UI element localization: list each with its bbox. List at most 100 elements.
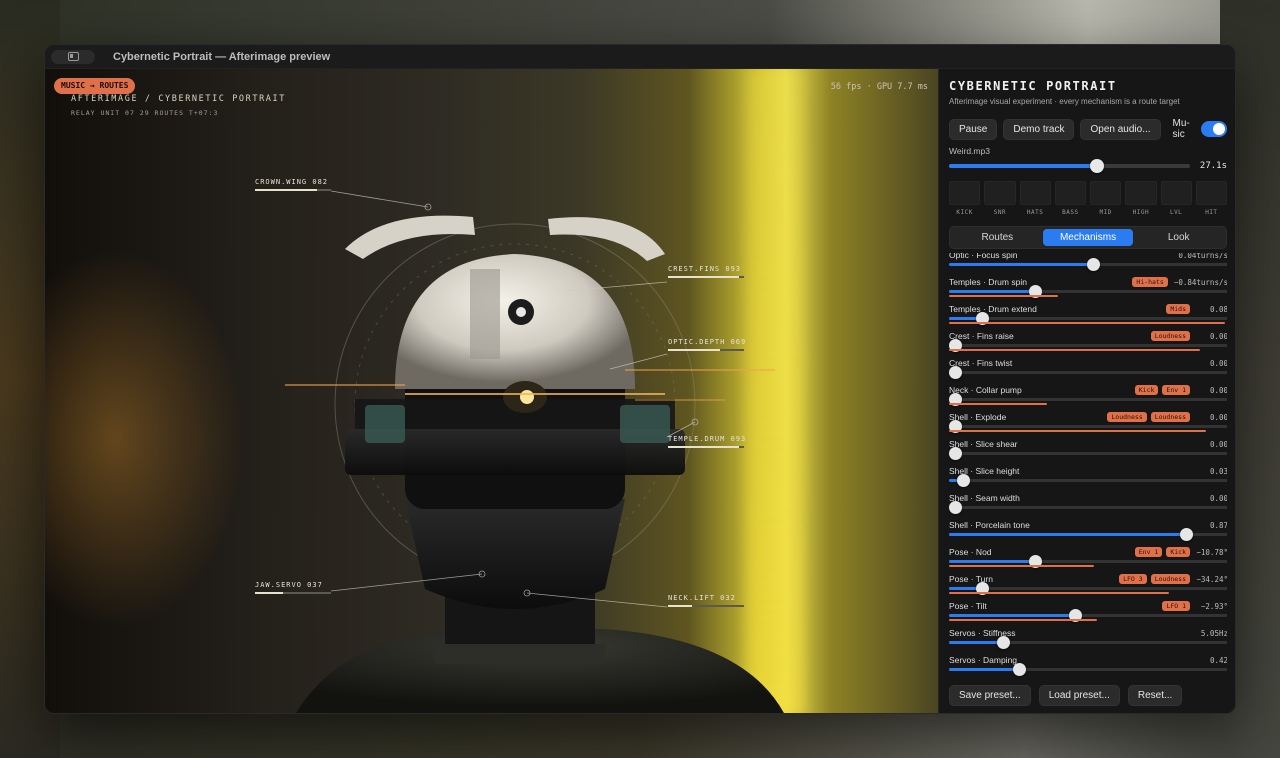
- slider-knob[interactable]: [957, 474, 970, 487]
- route-tag[interactable]: Hi-hats: [1132, 277, 1168, 287]
- playback-scrubber[interactable]: [949, 159, 1190, 173]
- modulation-bar: [949, 403, 1047, 405]
- mechanism-slider[interactable]: [949, 582, 1227, 595]
- route-tag[interactable]: Kick: [1166, 547, 1190, 557]
- meter-bass: BASS: [1054, 181, 1086, 216]
- tab-mechanisms[interactable]: Mechanisms: [1042, 229, 1134, 246]
- load-preset-button[interactable]: Load preset...: [1038, 685, 1120, 706]
- mechanism-slider[interactable]: [949, 663, 1227, 676]
- mechanism-slider[interactable]: [949, 420, 1227, 433]
- route-tag[interactable]: LFO 1: [1162, 601, 1190, 611]
- demo-track-button[interactable]: Demo track: [1003, 118, 1075, 140]
- slider-knob[interactable]: [949, 447, 962, 460]
- mechanism-slider[interactable]: [949, 285, 1227, 298]
- audio-file-name: Weird.mp3: [949, 146, 990, 156]
- mechanism-slider[interactable]: [949, 447, 1227, 460]
- route-tag[interactable]: Env 1: [1134, 547, 1163, 557]
- mechanism-slider[interactable]: [949, 339, 1227, 352]
- route-tag[interactable]: Mids: [1166, 304, 1190, 314]
- music-routes-chip[interactable]: MUSIC → ROUTES: [54, 78, 136, 94]
- desktop-backdrop-bottom: [0, 714, 1280, 758]
- tab-look[interactable]: Look: [1133, 229, 1224, 246]
- callout-label: CROWN.WING 082: [255, 178, 329, 186]
- render-viewport[interactable]: MUSIC → ROUTES AFTERIMAGE / CYBERNETIC P…: [45, 69, 938, 713]
- mechanism-slider[interactable]: [949, 393, 1227, 406]
- mechanism-slider[interactable]: [949, 474, 1227, 487]
- mechanism-slider[interactable]: [949, 636, 1227, 649]
- meter-box: [949, 181, 981, 205]
- control-panel: CYBERNETIC PORTRAIT Afterimage visual ex…: [938, 69, 1235, 713]
- pause-button[interactable]: Pause: [949, 118, 998, 140]
- meter-label: HIT: [1205, 209, 1218, 216]
- slider-knob[interactable]: [1180, 528, 1193, 541]
- mechanism-slider[interactable]: [949, 609, 1227, 622]
- mechanism-label: Crest · Fins raise: [949, 331, 1014, 341]
- meter-label: HATS: [1026, 209, 1044, 216]
- mechanism-slider[interactable]: [949, 258, 1227, 271]
- mechanism-value: 0.00: [1209, 358, 1227, 368]
- title-bar: Cybernetic Portrait — Afterimage preview: [45, 45, 1235, 69]
- slider-knob[interactable]: [1087, 258, 1100, 271]
- mechanism-slider[interactable]: [949, 528, 1227, 541]
- meter-label: HIGH: [1132, 209, 1150, 216]
- modulation-bar: [949, 619, 1097, 621]
- tab-routes[interactable]: Routes: [952, 229, 1043, 246]
- mechanism-value: 5.05Hz: [1200, 628, 1227, 638]
- sidebar-toggle-button[interactable]: [51, 49, 95, 64]
- mechanism-pose-nod: Pose · Nod Env 1 Kick −10.78°: [949, 546, 1227, 573]
- mechanism-slider[interactable]: [949, 312, 1227, 325]
- meter-box: [1160, 181, 1192, 205]
- mechanism-slider[interactable]: [949, 501, 1227, 514]
- route-tag[interactable]: Loudness: [1150, 331, 1190, 341]
- mechanism-label: Neck · Collar pump: [949, 385, 1022, 395]
- mechanism-value: −0.84turns/s: [1173, 277, 1227, 287]
- slider-fill: [949, 290, 1033, 293]
- meter-mid: MID: [1090, 181, 1122, 216]
- route-tag[interactable]: Loudness: [1107, 412, 1147, 422]
- window-title: Cybernetic Portrait — Afterimage preview: [113, 50, 331, 63]
- performance-stats: 56 fps · GPU 7.7 ms: [830, 82, 928, 92]
- mechanism-value: −34.24°: [1196, 574, 1227, 584]
- meter-label: MID: [1099, 209, 1112, 216]
- mechanism-value: 0.00: [1209, 439, 1227, 449]
- mechanism-temples-drum-spin: Temples · Drum spin Hi-hats −0.84turns/s: [949, 276, 1227, 303]
- mechanism-pose-tilt: Pose · Tilt LFO 1 −2.93°: [949, 600, 1227, 627]
- save-preset-button[interactable]: Save preset...: [949, 685, 1031, 706]
- mechanism-crest-fins-twist: Crest · Fins twist 0.00: [949, 357, 1227, 384]
- slider-knob[interactable]: [1013, 663, 1026, 676]
- route-tag[interactable]: Kick: [1134, 385, 1159, 395]
- music-toggle[interactable]: [1201, 121, 1227, 137]
- reset-button[interactable]: Reset...: [1127, 685, 1183, 706]
- route-tag[interactable]: Env 1: [1162, 385, 1190, 395]
- slider-knob[interactable]: [997, 636, 1010, 649]
- mechanism-label: Crest · Fins twist: [949, 358, 1013, 368]
- robot-head-render: [285, 190, 784, 713]
- slider-fill: [949, 263, 1094, 266]
- mechanism-pose-turn: Pose · Turn LFO 3 Loudness −34.24°: [949, 573, 1227, 600]
- mechanism-value: 0.03: [1209, 466, 1227, 476]
- slider-fill: [949, 533, 1192, 536]
- route-tag[interactable]: Loudness: [1150, 574, 1190, 584]
- audio-meters: KICK SNR HATS BASS MID HIGH LVL HIT: [949, 181, 1227, 216]
- mechanism-slider[interactable]: [949, 366, 1227, 379]
- meter-box: [1054, 181, 1086, 205]
- mechanism-list[interactable]: Optic · Focus spin 0.04turns/s Temples · D…: [949, 253, 1227, 693]
- slider-knob[interactable]: [949, 366, 962, 379]
- callout-level-bar: [668, 446, 744, 448]
- playback-knob[interactable]: [1090, 159, 1104, 173]
- playback-progress: [949, 164, 1099, 168]
- route-tag[interactable]: LFO 3: [1119, 574, 1147, 584]
- meter-hit: HIT: [1195, 181, 1227, 216]
- music-toggle-label: Mu-sic: [1172, 118, 1190, 140]
- meter-box: [1090, 181, 1122, 205]
- slider-fill: [949, 641, 999, 644]
- modulation-bar: [949, 349, 1200, 351]
- mechanism-label: Servos · Damping: [949, 655, 1018, 665]
- mechanism-crest-fins-raise: Crest · Fins raise Loudness 0.00: [949, 330, 1227, 357]
- mechanism-slider[interactable]: [949, 555, 1227, 568]
- open-audio-button[interactable]: Open audio...: [1080, 118, 1161, 140]
- route-tag[interactable]: Loudness: [1150, 412, 1190, 422]
- modulation-bar: [949, 592, 1169, 594]
- playback-time: 27.1s: [1199, 161, 1227, 171]
- slider-knob[interactable]: [949, 501, 962, 514]
